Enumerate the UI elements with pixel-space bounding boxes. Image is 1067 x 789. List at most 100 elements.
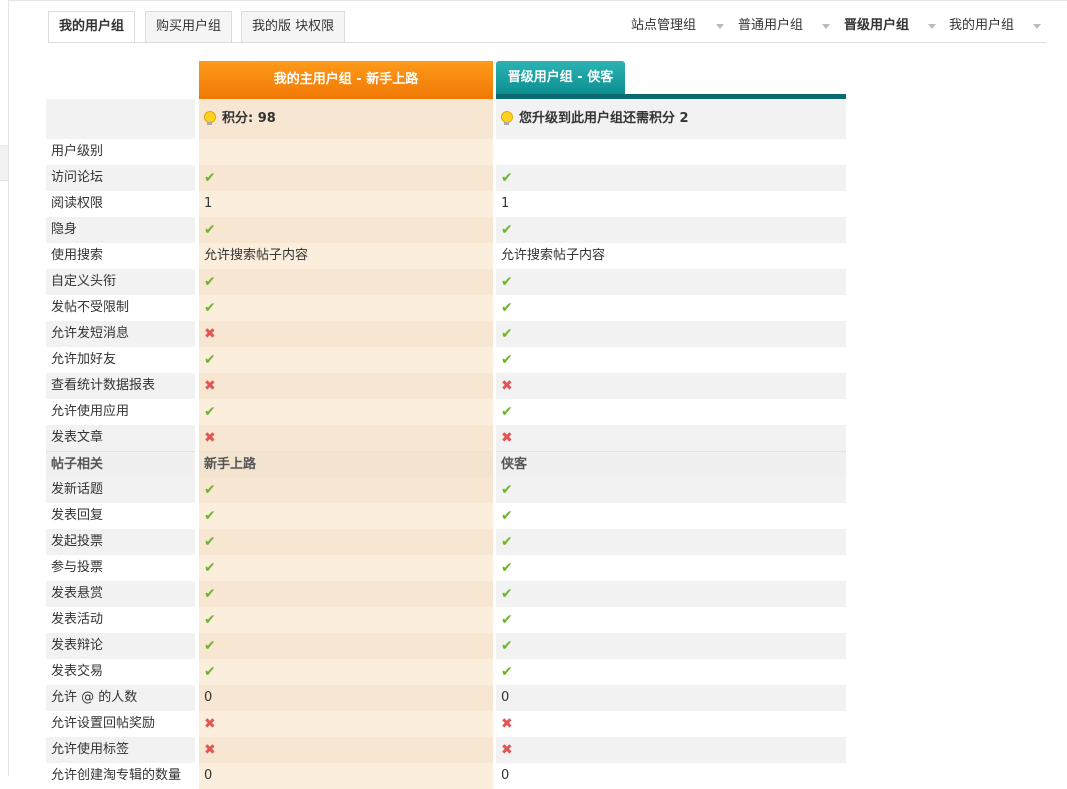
tab-my-groups[interactable]: 我的用户组: [48, 11, 136, 43]
left-sidebar-marker: [0, 145, 8, 181]
table-row: 允许 @ 的人数 0 0: [46, 685, 846, 711]
check-icon: ✔: [199, 217, 493, 243]
check-icon: ✔: [496, 633, 846, 659]
row-label: 允许加好友: [51, 352, 117, 367]
upgrade-group-header[interactable]: 晋级用户组 - 侠客: [496, 61, 625, 94]
table-row: 发表悬赏 ✔ ✔: [46, 581, 846, 607]
tabs-divider: [48, 42, 1046, 43]
upgrade-points-text: 您升级到此用户组还需积分 2: [519, 111, 689, 126]
table-row: 发起投票 ✔ ✔: [46, 529, 846, 555]
check-icon: ✔: [496, 269, 846, 295]
row-label: 帖子相关: [46, 451, 195, 477]
row-label: 发新话题: [46, 477, 195, 503]
nav-upgrade-groups[interactable]: 晋级用户组: [844, 17, 909, 35]
check-icon: ✔: [501, 664, 513, 680]
check-icon: ✔: [199, 347, 493, 373]
nav-normal-groups[interactable]: 普通用户组: [738, 17, 803, 35]
table-row: 允许使用标签 ✖ ✖: [46, 737, 846, 763]
row-label: 发表活动: [51, 612, 104, 627]
table-row: 用户级别: [46, 139, 846, 165]
row-label: 允许使用标签: [46, 737, 195, 763]
my-group-value: [199, 139, 493, 165]
nav-admin-groups[interactable]: 站点管理组: [631, 17, 696, 35]
table-row: 发表辩论 ✔ ✔: [46, 633, 846, 659]
row-label: 发表辩论: [46, 633, 195, 659]
check-icon: ✔: [199, 607, 493, 633]
chevron-down-icon[interactable]: [1033, 24, 1041, 29]
table-row: 允许使用应用 ✔ ✔: [46, 399, 846, 425]
cross-icon: ✖: [199, 425, 493, 451]
nav-my-groups[interactable]: 我的用户组: [949, 17, 1014, 35]
row-label: 隐身: [46, 217, 195, 243]
points-info-row: 积分: 98 您升级到此用户组还需积分 2: [46, 99, 846, 139]
check-icon: ✔: [501, 300, 513, 316]
table-row: 允许发短消息 ✖ ✔: [46, 321, 846, 347]
check-icon: ✔: [199, 659, 493, 685]
cross-icon: ✖: [501, 716, 513, 732]
row-label: 发表悬赏: [46, 581, 195, 607]
table-row: 发表活动 ✔ ✔: [46, 607, 846, 633]
check-icon: ✔: [199, 295, 493, 321]
table-row: 发帖不受限制 ✔ ✔: [46, 295, 846, 321]
my-group-header: 我的主用户组 - 新手上路: [199, 61, 493, 99]
upgrade-group-value: 0: [496, 685, 846, 711]
group-type-nav: 站点管理组 普通用户组 晋级用户组 我的用户组: [631, 17, 1047, 37]
table-row: 参与投票 ✔ ✔: [46, 555, 846, 581]
tab-forum-permissions[interactable]: 我的版 块权限: [241, 11, 346, 42]
row-label: 允许发短消息: [46, 321, 195, 347]
my-group-value: 1: [199, 191, 493, 217]
lightbulb-icon: [204, 111, 216, 125]
lightbulb-icon: [501, 111, 513, 125]
upgrade-group-value: [496, 139, 846, 165]
check-icon: ✔: [199, 581, 493, 607]
check-icon: ✔: [501, 508, 513, 524]
row-label: 使用搜索: [51, 248, 104, 263]
chevron-down-icon[interactable]: [928, 24, 936, 29]
row-label: 发起投票: [46, 529, 195, 555]
table-row: 发表交易 ✔ ✔: [46, 659, 846, 685]
chevron-down-icon[interactable]: [716, 24, 724, 29]
row-label: 发表回复: [51, 508, 104, 523]
check-icon: ✔: [199, 477, 493, 503]
check-icon: ✔: [199, 399, 493, 425]
row-label: 阅读权限: [51, 196, 104, 211]
section-header-row: 帖子相关 新手上路 侠客: [46, 451, 846, 477]
points-label-cell: [46, 99, 195, 139]
check-icon: ✔: [496, 529, 846, 555]
check-icon: ✔: [199, 165, 493, 191]
my-points-cell: 积分: 98: [199, 99, 493, 139]
row-label: 允许使用应用: [51, 404, 130, 419]
upgrade-group-value: 0: [501, 768, 510, 783]
table-row: 发表回复 ✔ ✔: [46, 503, 846, 529]
cross-icon: ✖: [199, 737, 493, 763]
chevron-down-icon[interactable]: [822, 24, 830, 29]
my-points-text: 积分: 98: [222, 111, 276, 126]
table-row: 允许设置回帖奖励 ✖ ✖: [46, 711, 846, 737]
check-icon: ✔: [496, 217, 846, 243]
check-icon: ✔: [501, 352, 513, 368]
table-row: 查看统计数据报表 ✖ ✖: [46, 373, 846, 399]
top-border: [0, 0, 1067, 1]
tab-buy-groups[interactable]: 购买用户组: [145, 11, 233, 42]
check-icon: ✔: [501, 404, 513, 420]
cross-icon: ✖: [199, 321, 493, 347]
row-label: 参与投票: [51, 560, 104, 575]
row-label: 允许 @ 的人数: [46, 685, 195, 711]
table-row: 使用搜索 允许搜索帖子内容 允许搜索帖子内容: [46, 243, 846, 269]
table-row: 允许创建淘专辑的数量 0 0: [46, 763, 846, 789]
check-icon: ✔: [199, 503, 493, 529]
table-row: 允许加好友 ✔ ✔: [46, 347, 846, 373]
upgrade-group-value: 侠客: [496, 451, 846, 477]
cross-icon: ✖: [496, 737, 846, 763]
row-label: 用户级别: [51, 144, 104, 159]
cross-icon: ✖: [496, 425, 846, 451]
check-icon: ✔: [199, 633, 493, 659]
table-row: 阅读权限 1 1: [46, 191, 846, 217]
upgrade-group-value: 1: [501, 196, 510, 211]
check-icon: ✔: [496, 581, 846, 607]
check-icon: ✔: [496, 477, 846, 503]
check-icon: ✔: [496, 321, 846, 347]
cross-icon: ✖: [199, 711, 493, 737]
row-label: 查看统计数据报表: [46, 373, 195, 399]
upgrade-points-cell: 您升级到此用户组还需积分 2: [496, 99, 846, 139]
